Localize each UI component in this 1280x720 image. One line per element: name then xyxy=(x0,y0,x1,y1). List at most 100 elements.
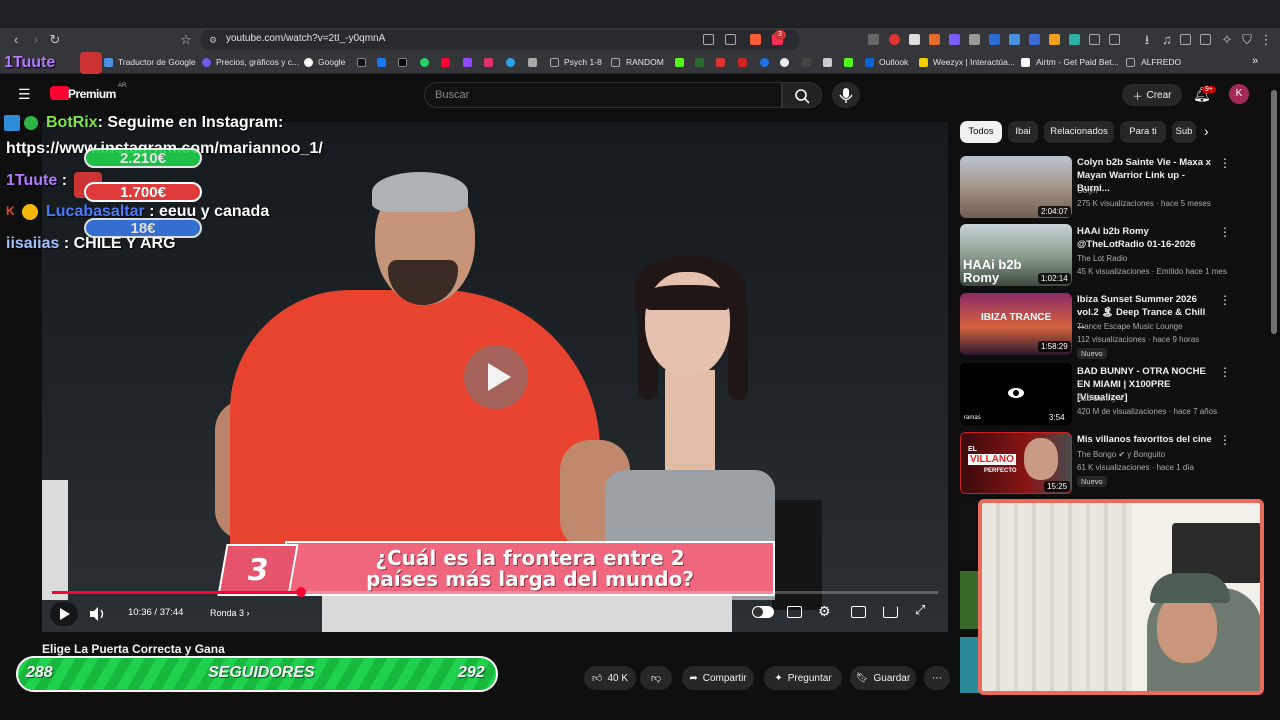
cast-icon[interactable] xyxy=(883,606,898,618)
video-title: Elige La Puerta Correcta y Gana xyxy=(42,642,225,656)
search-input[interactable] xyxy=(424,82,782,108)
avatar[interactable]: K xyxy=(1229,84,1249,104)
rec-channel[interactable]: The Lot Radio xyxy=(1077,254,1127,263)
url-text[interactable]: youtube.com/watch?v=2tI_-y0qmnA xyxy=(226,33,385,44)
media-icon[interactable]: ♫ xyxy=(1159,32,1175,48)
twitch-icon xyxy=(463,58,472,67)
chat-text: : CHILE Y ARG xyxy=(63,235,176,252)
reload-icon[interactable]: ↻ xyxy=(47,32,63,48)
more-icon[interactable]: ⋮ xyxy=(1219,156,1231,170)
play-button[interactable] xyxy=(50,602,78,626)
scrollbar[interactable] xyxy=(1271,90,1277,334)
extension-icon[interactable] xyxy=(868,34,879,45)
share-page-icon[interactable] xyxy=(725,34,736,45)
bookmark-folder[interactable]: ALFREDO xyxy=(1141,57,1181,67)
extension-icon[interactable] xyxy=(949,34,960,45)
rec-title[interactable]: Mis villanos favoritos del cine xyxy=(1077,433,1212,446)
shield-icon[interactable]: ⛉ xyxy=(1239,32,1255,48)
sidebar-icon[interactable] xyxy=(1180,34,1191,45)
download-icon[interactable]: ⭳ xyxy=(1139,32,1155,48)
rec-title[interactable]: HAAi b2b Romy @TheLotRadio 01-16-2026 xyxy=(1077,225,1212,251)
miniplayer-icon[interactable] xyxy=(851,606,866,618)
hamburger-icon[interactable]: ☰ xyxy=(18,86,31,103)
yt-logo-text[interactable]: Premium xyxy=(68,87,116,101)
extension-icon[interactable] xyxy=(1069,34,1080,45)
more-actions-button[interactable]: ⋯ xyxy=(924,666,950,690)
forward-icon[interactable]: › xyxy=(28,32,44,48)
subtitles-icon[interactable] xyxy=(787,606,802,618)
wallet-icon[interactable] xyxy=(1200,34,1211,45)
bookmark-item[interactable]: Outlook xyxy=(879,57,908,67)
fullscreen-icon[interactable]: ⤢ xyxy=(915,602,925,618)
bookmark-item[interactable]: Google xyxy=(318,57,345,67)
autoplay-toggle[interactable] xyxy=(752,606,774,618)
play-overlay-button[interactable] xyxy=(464,345,528,409)
chip-sub[interactable]: Sub xyxy=(1172,121,1196,143)
site-info-icon[interactable]: ⚙ xyxy=(205,32,221,48)
kick-icon xyxy=(675,58,684,67)
video-thumbnail[interactable] xyxy=(960,571,980,629)
voice-search-button[interactable] xyxy=(832,82,860,108)
chevron-right-icon[interactable]: › xyxy=(1204,123,1209,139)
thumbnail-text: HAAi b2b Romy xyxy=(963,257,1022,285)
rec-channel[interactable]: Bad Bunny ✔ xyxy=(1077,394,1125,403)
bookmark-item[interactable]: Traductor de Google xyxy=(118,57,196,67)
share-button[interactable]: ➦ Compartir xyxy=(682,666,754,690)
bookmark-item[interactable]: Weezyx | Interactúa... xyxy=(933,57,1015,67)
search-button[interactable] xyxy=(782,82,822,108)
bookmark-item[interactable]: Precios, gráficos y c... xyxy=(216,57,299,67)
bookmark-item[interactable]: Airtm - Get Paid Bet... xyxy=(1036,57,1119,67)
extension-icon[interactable] xyxy=(1049,34,1060,45)
rec-channel[interactable]: The Bongo ✔ y Bonguito xyxy=(1077,450,1165,459)
bookmark-folder[interactable]: RANDOM xyxy=(626,57,664,67)
bookmark-folder[interactable]: Psych 1-8 xyxy=(564,57,602,67)
donation-badge: 2.210€ xyxy=(84,148,202,168)
cast-icon[interactable] xyxy=(703,34,714,45)
rec-meta: 112 visualizaciones · hace 9 horas xyxy=(1077,335,1200,344)
youtube-logo-icon[interactable] xyxy=(50,86,70,100)
rec-meta: 61 K visualizaciones · hace 1 día xyxy=(1077,463,1194,472)
extension-icon[interactable] xyxy=(1029,34,1040,45)
bookmark-icon xyxy=(695,58,704,67)
sparkle-icon[interactable]: ✧ xyxy=(1219,32,1235,48)
chip-todos[interactable]: Todos xyxy=(960,121,1002,143)
extensions-puzzle-icon[interactable] xyxy=(1089,34,1100,45)
more-icon[interactable]: ⋮ xyxy=(1219,293,1231,307)
more-icon[interactable]: ⋮ xyxy=(1219,433,1231,447)
chip-para-ti[interactable]: Para ti xyxy=(1120,121,1166,143)
thumbnail-text: EL xyxy=(968,446,977,453)
extension-icon[interactable] xyxy=(1109,34,1120,45)
settings-gear-icon[interactable]: ⚙ xyxy=(818,603,831,620)
chip-relacionados[interactable]: Relacionados xyxy=(1044,121,1114,143)
chip-ibai[interactable]: Ibai xyxy=(1008,121,1038,143)
like-button[interactable]: 👍︎ 40 K xyxy=(584,666,636,690)
rec-channel[interactable]: Colyn xyxy=(1077,186,1097,195)
volume-button[interactable] xyxy=(86,604,110,624)
extension-icon[interactable] xyxy=(1009,34,1020,45)
more-icon[interactable]: ⋮ xyxy=(1219,225,1231,239)
video-thumbnail[interactable] xyxy=(960,505,980,563)
save-button[interactable]: 🔖︎ Guardar xyxy=(850,666,916,690)
brave-shield-icon[interactable] xyxy=(750,34,761,45)
extension-icon[interactable] xyxy=(929,34,940,45)
video-thumbnail[interactable] xyxy=(960,637,980,693)
extension-icon[interactable] xyxy=(889,34,900,45)
create-button[interactable]: ＋ Crear xyxy=(1122,84,1182,106)
more-icon[interactable]: ⋮ xyxy=(1219,365,1231,379)
chapter-button[interactable]: Ronda 3 › xyxy=(210,608,250,618)
chevron-right-icon[interactable]: » xyxy=(1252,55,1258,67)
extension-icon[interactable] xyxy=(909,34,920,45)
eye-icon xyxy=(1008,388,1024,398)
rec-channel[interactable]: Trance Escape Music Lounge xyxy=(1077,322,1183,331)
plus-icon: ＋ xyxy=(1132,91,1143,103)
dislike-button[interactable]: 👎︎ xyxy=(640,666,672,690)
back-icon[interactable]: ‹ xyxy=(8,32,24,48)
like-count: 40 K xyxy=(607,672,629,684)
extension-icon[interactable] xyxy=(989,34,1000,45)
bookmark-star-icon[interactable]: ☆ xyxy=(178,32,194,48)
ask-button[interactable]: ✦ Preguntar xyxy=(764,666,842,690)
menu-icon[interactable]: ⋮ xyxy=(1258,32,1274,48)
extension-icon[interactable] xyxy=(969,34,980,45)
chat-text: : Seguime en Instagram: xyxy=(97,114,284,131)
scrubber-handle[interactable] xyxy=(295,587,306,597)
